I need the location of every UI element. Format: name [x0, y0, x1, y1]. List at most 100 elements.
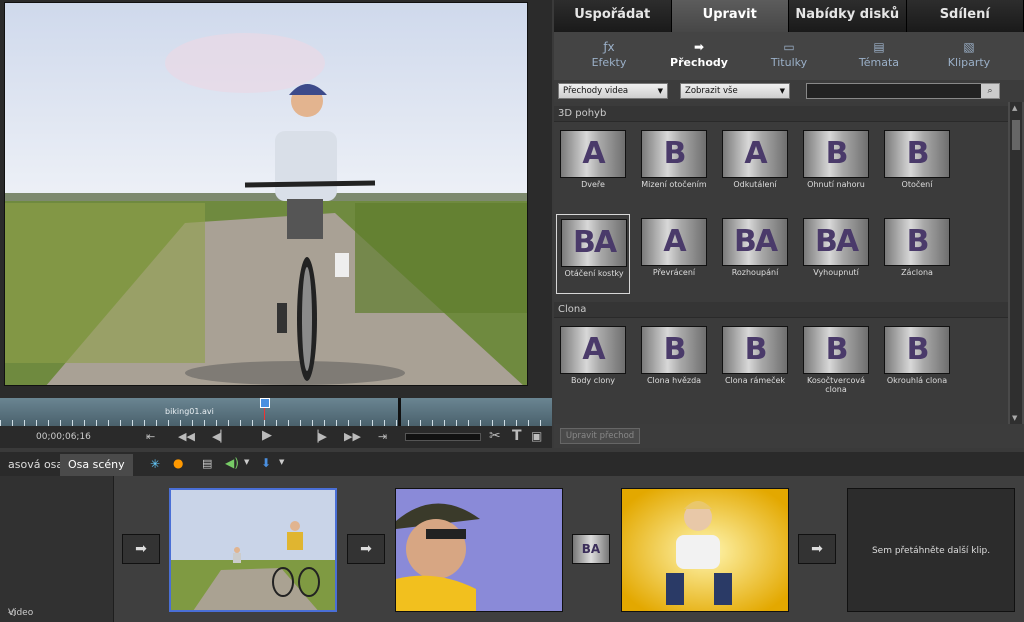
video-preview[interactable]	[4, 2, 528, 386]
category-header[interactable]: 3D pohyb	[554, 106, 1008, 122]
transition-arrow-icon: ➡	[135, 541, 147, 557]
transition-item[interactable]: A Převrácení	[637, 214, 711, 294]
step-forward-icon[interactable]: ▕▶	[310, 430, 327, 443]
chevron-down-icon: ▼	[779, 87, 785, 95]
subtab-transitions[interactable]: ➡ Přechody	[654, 32, 744, 80]
transition-slot[interactable]: ➡	[798, 534, 836, 564]
video-track-name: Video	[8, 608, 34, 618]
subtab-titles[interactable]: ▭ Titulky	[744, 32, 834, 80]
transition-item[interactable]: BA Vyhoupnutí	[799, 214, 873, 294]
transition-label: Rozhoupání	[731, 268, 779, 277]
transition-item[interactable]: B Kosočtvercová clona	[799, 322, 873, 402]
tab-edit[interactable]: Upravit	[671, 0, 789, 32]
transition-label: Clona hvězda	[646, 376, 702, 385]
scene-clips: ➡ ➡ BA ➡ Sem přetáhněte další klip.	[114, 476, 1024, 622]
properties-icon[interactable]: ▤	[202, 457, 212, 470]
transition-thumbnail: A	[722, 130, 788, 178]
subtab-transitions-label: Přechody	[670, 56, 728, 69]
panel-footer: Upravit přechod	[554, 424, 1024, 448]
transition-item[interactable]: A Dveře	[556, 126, 630, 206]
transition-thumbnail: B	[884, 326, 950, 374]
transition-item[interactable]: BA Rozhoupání	[718, 214, 792, 294]
subtab-themes[interactable]: ▤ Témata	[834, 32, 924, 80]
marker-icon[interactable]: ⬇	[261, 456, 271, 470]
timecode[interactable]: 00;00;06;16	[36, 432, 91, 442]
transition-glyph: B	[906, 224, 930, 259]
smart-fix-icon[interactable]: ✳	[150, 457, 160, 471]
subtab-clipart[interactable]: ▧ Kliparty	[924, 32, 1014, 80]
fast-forward-icon[interactable]: ▶▶	[344, 430, 361, 443]
transition-glyph: B	[825, 136, 849, 171]
transition-thumbnail: BA	[803, 218, 869, 266]
edit-subtabs: ƒx Efekty ➡ Přechody ▭ Titulky ▤ Témata ▧ Kli…	[554, 32, 1024, 80]
goto-out-icon[interactable]: ⇥	[378, 430, 387, 443]
split-clip-icon[interactable]: ✂	[489, 428, 501, 444]
drop-target[interactable]: Sem přetáhněte další klip.	[847, 488, 1015, 612]
scene-clip[interactable]	[395, 488, 563, 612]
scroll-up-icon[interactable]: ▲	[1012, 104, 1017, 112]
scrubber-bar[interactable]: biking01.avi	[0, 398, 552, 426]
subtab-effects[interactable]: ƒx Efekty	[564, 32, 654, 80]
scene-line: ◁ Video ➡ ➡ BA ➡ Sem přetáhněte další kl…	[0, 476, 1024, 622]
tab-disc-menus[interactable]: Nabídky disků	[789, 0, 907, 32]
transition-label: Body clony	[570, 376, 616, 385]
show-filter-value: Zobrazit vše	[685, 86, 738, 96]
transition-item[interactable]: B Mizení otočením	[637, 126, 711, 206]
transition-item[interactable]: A Odkutálení	[718, 126, 792, 206]
rewind-icon[interactable]: ◀◀	[178, 430, 195, 443]
transition-slot[interactable]: BA	[572, 534, 610, 564]
main-tabs: Uspořádat Upravit Nabídky disků Sdílení	[554, 0, 1024, 32]
edit-transition-button[interactable]: Upravit přechod	[560, 428, 640, 444]
tab-scene-line[interactable]: Osa scény	[60, 454, 133, 476]
cube-spin-transition-icon: BA	[581, 542, 601, 556]
transition-label: Odkutálení	[733, 180, 777, 189]
transition-thumbnail: B	[722, 326, 788, 374]
freeze-frame-icon[interactable]: ▣	[531, 429, 542, 443]
transition-item[interactable]: BA Otáčení kostky	[556, 214, 630, 294]
step-back-icon[interactable]: ◀▏	[212, 430, 229, 443]
transition-item[interactable]: B Clona hvězda	[637, 322, 711, 402]
transition-slot[interactable]: ➡	[122, 534, 160, 564]
transition-item[interactable]: B Clona rámeček	[718, 322, 792, 402]
playhead-marker[interactable]	[260, 398, 270, 408]
tab-organize[interactable]: Uspořádat	[554, 0, 672, 32]
scroll-thumb[interactable]	[1012, 120, 1020, 150]
category-header[interactable]: Clona	[554, 302, 1008, 318]
transition-item[interactable]: B Záclona	[880, 214, 954, 294]
goto-in-icon[interactable]: ⇤	[146, 430, 155, 443]
vertical-scrollbar[interactable]: ▲ ▼	[1010, 102, 1022, 424]
scroll-down-icon[interactable]: ▼	[1012, 414, 1017, 422]
themes-icon: ▤	[873, 40, 885, 54]
transition-item[interactable]: B Otočení	[880, 126, 954, 206]
title-text-icon[interactable]: T	[512, 428, 522, 444]
chevron-down-icon[interactable]: ▼	[279, 458, 284, 466]
audio-mixer-icon[interactable]: ◀)	[225, 456, 239, 470]
transition-item[interactable]: B Ohnutí nahoru	[799, 126, 873, 206]
transition-glyph: A	[663, 224, 686, 259]
transition-arrow-icon: ➡	[811, 541, 823, 557]
transition-label: Vyhoupnutí	[813, 268, 859, 277]
transition-item[interactable]: B Okrouhlá clona	[880, 322, 954, 402]
transition-glyph: B	[663, 136, 687, 171]
transition-glyph: BA	[814, 224, 859, 259]
search-icon[interactable]: ⌕	[981, 84, 999, 98]
transition-type-dropdown[interactable]: Přechody videa ▼	[558, 83, 668, 99]
transition-thumbnail: B	[884, 218, 950, 266]
scene-clip[interactable]	[169, 488, 337, 612]
clip-thumbnail	[622, 489, 788, 611]
chevron-down-icon[interactable]: ▼	[244, 458, 249, 466]
tab-share[interactable]: Sdílení	[906, 0, 1024, 32]
search-input[interactable]: ⌕	[806, 83, 1000, 99]
transition-label: Kosočtvercová clona	[806, 376, 866, 394]
shuttle-slider[interactable]	[405, 433, 481, 441]
transition-slot[interactable]: ➡	[347, 534, 385, 564]
show-filter-dropdown[interactable]: Zobrazit vše ▼	[680, 83, 790, 99]
transition-item[interactable]: A Body clony	[556, 322, 630, 402]
transition-label: Dveře	[581, 180, 605, 189]
smart-trim-icon[interactable]: ●	[173, 456, 183, 470]
play-icon[interactable]: ▶	[262, 428, 272, 443]
transport-controls: 00;00;06;16 ⇤ ◀◀ ◀▏ ▶ ▕▶ ▶▶ ⇥ ✂ T ▣	[0, 426, 552, 448]
chevron-down-icon: ▼	[657, 87, 663, 95]
scene-clip[interactable]	[621, 488, 789, 612]
transition-glyph: B	[906, 332, 930, 367]
